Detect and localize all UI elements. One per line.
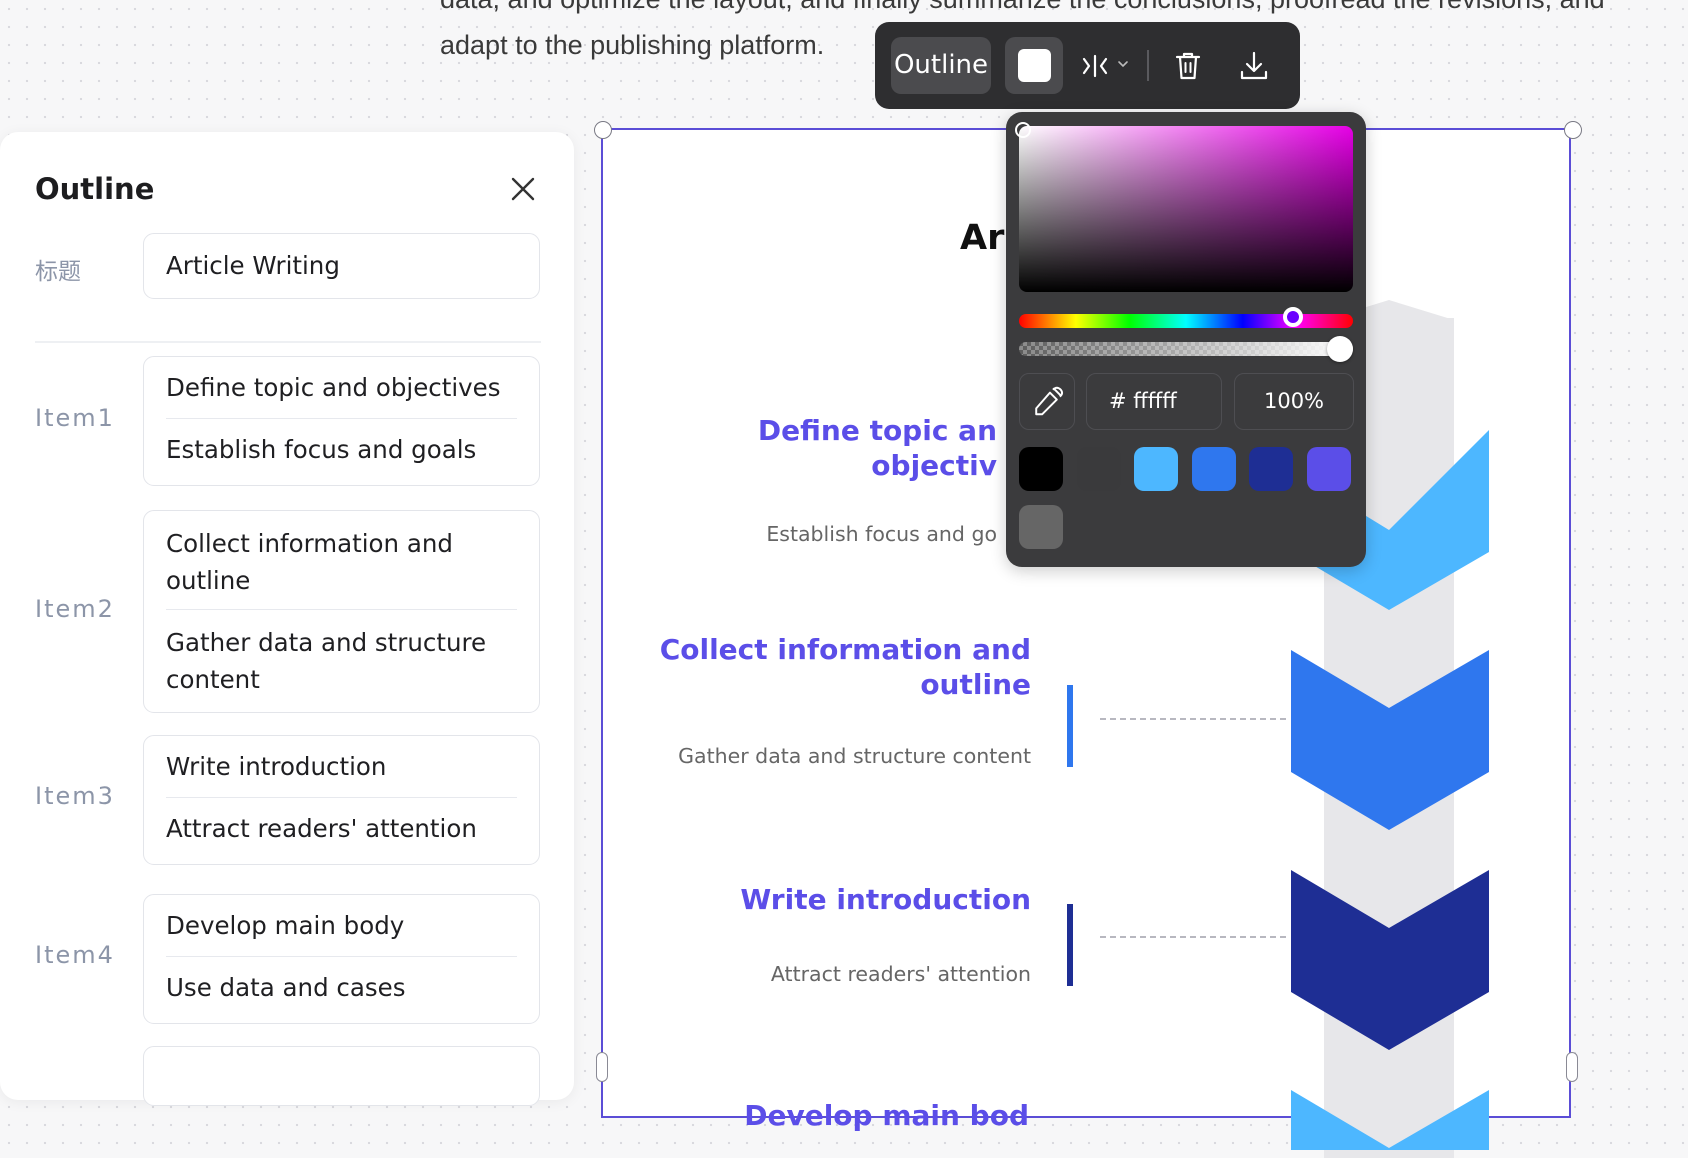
step-3-chevron bbox=[1291, 870, 1489, 1050]
eyedropper-button[interactable] bbox=[1019, 373, 1075, 430]
color-swatch[interactable] bbox=[1019, 505, 1063, 549]
step-1-subtitle: Establish focus and go bbox=[766, 522, 997, 546]
step-3-subtitle: Attract readers' attention bbox=[770, 962, 1031, 986]
fill-color-button[interactable] bbox=[1005, 37, 1063, 94]
step-3-bar bbox=[1067, 904, 1073, 986]
item-1-subheading[interactable]: Establish focus and goals bbox=[144, 419, 539, 468]
resize-handle-top-left[interactable] bbox=[594, 121, 612, 139]
step-4-chevron bbox=[1291, 1090, 1489, 1150]
item-label: Item3 bbox=[35, 782, 115, 810]
step-2-connector bbox=[1100, 718, 1286, 720]
item-3-fields: Write introduction Attract readers' atte… bbox=[143, 735, 540, 865]
step-2-bar bbox=[1067, 685, 1073, 767]
color-swatch-icon bbox=[1018, 49, 1051, 82]
item-4-heading[interactable]: Develop main body bbox=[144, 895, 539, 956]
opacity-input[interactable]: 100% bbox=[1234, 373, 1354, 430]
opacity-slider-knob[interactable] bbox=[1327, 336, 1353, 362]
item-4-subheading[interactable]: Use data and cases bbox=[144, 957, 539, 1006]
document-text-line-1: data, and optimize the layout, and final… bbox=[440, 0, 1605, 15]
step-3-title-line: Write introduction bbox=[740, 883, 1031, 916]
step-3-connector bbox=[1100, 936, 1286, 938]
item-2-subheading-line: Gather data and structure bbox=[166, 628, 487, 657]
item-3-heading[interactable]: Write introduction bbox=[144, 736, 539, 797]
step-2-title-line: Collect information and bbox=[659, 633, 1031, 666]
step-1-title-line: objectiv bbox=[871, 449, 997, 482]
title-field-value[interactable]: Article Writing bbox=[144, 234, 539, 298]
step-2-title: Collect information and outline bbox=[660, 632, 1031, 702]
title-field-label: 标题 bbox=[35, 259, 81, 285]
toolbar-separator bbox=[1147, 50, 1149, 81]
item-2-subheading[interactable]: Gather data and structure content bbox=[144, 610, 539, 698]
item-1-fields: Define topic and objectives Establish fo… bbox=[143, 356, 540, 486]
trash-icon[interactable] bbox=[1166, 44, 1210, 88]
color-swatch[interactable] bbox=[1134, 447, 1178, 491]
item-4-fields: Develop main body Use data and cases bbox=[143, 894, 540, 1024]
hue-slider-knob[interactable] bbox=[1282, 307, 1303, 327]
download-icon[interactable] bbox=[1232, 44, 1276, 88]
step-2-title-line: outline bbox=[920, 668, 1031, 701]
color-swatch[interactable] bbox=[1019, 447, 1063, 491]
color-swatch[interactable] bbox=[1076, 447, 1121, 491]
item-2-heading-line: Collect information and bbox=[166, 529, 453, 558]
item-label: Item2 bbox=[35, 595, 115, 623]
color-swatch[interactable] bbox=[1249, 447, 1293, 491]
close-icon[interactable] bbox=[506, 172, 540, 206]
outline-panel: Outline 标题 Article Writing Item1 Define … bbox=[0, 132, 574, 1106]
color-swatch[interactable] bbox=[1306, 447, 1351, 491]
item-2-fields: Collect information and outline Gather d… bbox=[143, 510, 540, 713]
item-2-subheading-line: content bbox=[166, 665, 260, 694]
step-4-title-line: Develop main bod bbox=[744, 1099, 1029, 1132]
step-1-title: Define topic an objectiv bbox=[758, 413, 997, 483]
step-1-title-line: Define topic an bbox=[757, 414, 997, 447]
item-label: Item4 bbox=[35, 941, 115, 969]
item-1-heading[interactable]: Define topic and objectives bbox=[144, 357, 539, 418]
document-text-line-2: adapt to the publishing platform. bbox=[440, 30, 825, 60]
saturation-value-cursor[interactable] bbox=[1015, 122, 1031, 138]
divider bbox=[35, 341, 541, 343]
item-label: Item1 bbox=[35, 404, 115, 432]
item-3-subheading[interactable]: Attract readers' attention bbox=[144, 798, 539, 847]
hex-input[interactable]: # ffffff bbox=[1086, 373, 1222, 430]
item-2-heading-line: outline bbox=[166, 566, 251, 595]
item-2-heading[interactable]: Collect information and outline bbox=[144, 511, 539, 609]
step-2-subtitle: Gather data and structure content bbox=[678, 744, 1031, 768]
step-4-title: Develop main bod bbox=[744, 1098, 1029, 1133]
resize-handle-left[interactable] bbox=[596, 1052, 608, 1082]
infographic-title: Ar bbox=[960, 218, 1005, 258]
floating-toolbar: Outline bbox=[875, 22, 1300, 109]
resize-handle-top-right[interactable] bbox=[1564, 121, 1582, 139]
chevron-down-icon[interactable] bbox=[1115, 56, 1131, 72]
opacity-slider[interactable] bbox=[1019, 336, 1353, 362]
eyedropper-icon bbox=[1035, 386, 1063, 416]
step-3-title: Write introduction bbox=[740, 882, 1031, 917]
panel-title: Outline bbox=[35, 172, 155, 206]
title-field[interactable]: Article Writing bbox=[143, 233, 540, 299]
resize-handle-right[interactable] bbox=[1566, 1052, 1578, 1082]
color-picker-popover: # ffffff 100% bbox=[1006, 112, 1366, 567]
color-swatch[interactable] bbox=[1191, 447, 1236, 491]
layout-flip-icon[interactable] bbox=[1073, 44, 1117, 88]
item-5-fields-partial[interactable] bbox=[143, 1046, 540, 1106]
hue-slider[interactable] bbox=[1019, 307, 1353, 328]
saturation-value-area[interactable] bbox=[1015, 122, 1353, 292]
step-2-chevron bbox=[1291, 650, 1489, 830]
outline-button[interactable]: Outline bbox=[891, 37, 991, 94]
